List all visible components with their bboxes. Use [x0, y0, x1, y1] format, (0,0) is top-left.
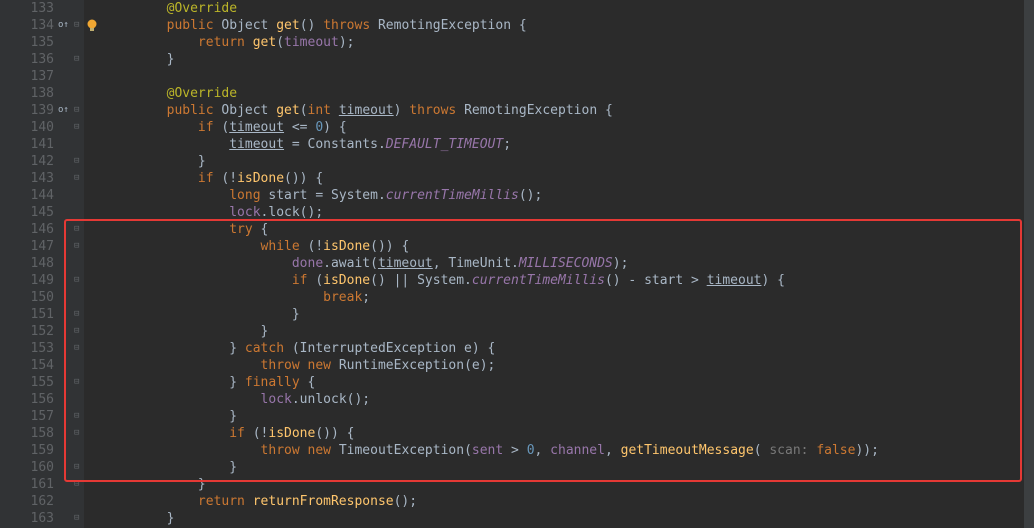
code-line[interactable]: }: [104, 408, 1034, 425]
line-number[interactable]: 151: [0, 306, 54, 323]
line-number[interactable]: 162: [0, 493, 54, 510]
code-line[interactable]: }: [104, 459, 1034, 476]
fold-toggle-icon[interactable]: ⊟: [74, 106, 79, 115]
line-number[interactable]: 144: [0, 187, 54, 204]
fold-toggle-icon[interactable]: ⊟: [74, 412, 79, 421]
line-number[interactable]: 146: [0, 221, 54, 238]
fold-toggle-icon[interactable]: ⊟: [74, 378, 79, 387]
override-gutter-icon[interactable]: o↑: [58, 21, 69, 30]
code-line[interactable]: throw new RuntimeException(e);: [104, 357, 1034, 374]
fold-toggle-icon[interactable]: ⊟: [74, 157, 79, 166]
code-line[interactable]: timeout = Constants.DEFAULT_TIMEOUT;: [104, 136, 1034, 153]
line-number[interactable]: 143: [0, 170, 54, 187]
line-number[interactable]: 136: [0, 51, 54, 68]
line-number[interactable]: 149: [0, 272, 54, 289]
fold-toggle-icon[interactable]: ⊟: [74, 310, 79, 319]
code-line[interactable]: [104, 68, 1034, 85]
fold-toggle-icon[interactable]: ⊟: [74, 480, 79, 489]
code-line[interactable]: if (timeout <= 0) {: [104, 119, 1034, 136]
line-number[interactable]: 158: [0, 425, 54, 442]
fold-toggle-icon[interactable]: ⊟: [74, 429, 79, 438]
line-number[interactable]: 147: [0, 238, 54, 255]
line-number[interactable]: 140: [0, 119, 54, 136]
line-number[interactable]: 141: [0, 136, 54, 153]
code-line[interactable]: }: [104, 51, 1034, 68]
fold-toggle-icon[interactable]: ⊟: [74, 276, 79, 285]
fold-toggle-icon[interactable]: ⊟: [74, 242, 79, 251]
line-number[interactable]: 139: [0, 102, 54, 119]
code-line[interactable]: public Object get(int timeout) throws Re…: [104, 102, 1034, 119]
line-number[interactable]: 135: [0, 34, 54, 51]
code-line[interactable]: throw new TimeoutException(sent > 0, cha…: [104, 442, 1034, 459]
code-line[interactable]: return get(timeout);: [104, 34, 1034, 51]
line-number[interactable]: 148: [0, 255, 54, 272]
line-number[interactable]: 142: [0, 153, 54, 170]
line-number[interactable]: 133: [0, 0, 54, 17]
code-line[interactable]: return returnFromResponse();: [104, 493, 1034, 510]
code-line[interactable]: if (!isDone()) {: [104, 170, 1034, 187]
line-number[interactable]: 137: [0, 68, 54, 85]
line-number[interactable]: 154: [0, 357, 54, 374]
line-number[interactable]: 155: [0, 374, 54, 391]
line-number[interactable]: 145: [0, 204, 54, 221]
code-line[interactable]: done.await(timeout, TimeUnit.MILLISECOND…: [104, 255, 1034, 272]
fold-toggle-icon[interactable]: ⊟: [74, 514, 79, 523]
code-line[interactable]: }: [104, 510, 1034, 527]
line-number[interactable]: 156: [0, 391, 54, 408]
line-number[interactable]: 161: [0, 476, 54, 493]
code-line[interactable]: }: [104, 306, 1034, 323]
line-number[interactable]: 150: [0, 289, 54, 306]
fold-toggle-icon[interactable]: ⊟: [74, 123, 79, 132]
code-line[interactable]: if (isDone() || System.currentTimeMillis…: [104, 272, 1034, 289]
override-gutter-icon[interactable]: o↑: [58, 106, 69, 115]
fold-toggle-icon[interactable]: ⊟: [74, 21, 79, 30]
code-line[interactable]: @Override: [104, 0, 1034, 17]
code-line[interactable]: }: [104, 323, 1034, 340]
line-number[interactable]: 157: [0, 408, 54, 425]
line-number[interactable]: 159: [0, 442, 54, 459]
intention-bulb-icon[interactable]: [85, 18, 99, 32]
code-line[interactable]: long start = System.currentTimeMillis();: [104, 187, 1034, 204]
fold-toggle-icon[interactable]: ⊟: [74, 55, 79, 64]
gutter-annotations: o↑ o↑: [58, 0, 72, 528]
code-editor[interactable]: 1331341351361371381391401411421431441451…: [0, 0, 1034, 528]
code-line[interactable]: }: [104, 153, 1034, 170]
code-line[interactable]: } finally {: [104, 374, 1034, 391]
code-area[interactable]: @Override public Object get() throws Rem…: [102, 0, 1034, 528]
line-number[interactable]: 134: [0, 17, 54, 34]
fold-column[interactable]: ⊟ ⊟ ⊟ ⊟ ⊟ ⊟ ⊟ ⊟ ⊟ ⊟ ⊟ ⊟ ⊟ ⊟ ⊟ ⊟ ⊟ ⊟: [72, 0, 84, 528]
line-number[interactable]: 160: [0, 459, 54, 476]
code-line[interactable]: @Override: [104, 85, 1034, 102]
code-line[interactable]: public Object get() throws RemotingExcep…: [104, 17, 1034, 34]
line-number-gutter[interactable]: 1331341351361371381391401411421431441451…: [0, 0, 58, 528]
line-number[interactable]: 163: [0, 510, 54, 527]
fold-toggle-icon[interactable]: ⊟: [74, 174, 79, 183]
fold-toggle-icon[interactable]: ⊟: [74, 463, 79, 472]
intention-bulb-column: [84, 0, 102, 528]
vertical-scrollbar[interactable]: [1024, 0, 1034, 528]
code-line[interactable]: }: [104, 476, 1034, 493]
code-line[interactable]: while (!isDone()) {: [104, 238, 1034, 255]
fold-toggle-icon[interactable]: ⊟: [74, 327, 79, 336]
fold-toggle-icon[interactable]: ⊟: [74, 225, 79, 234]
line-number[interactable]: 152: [0, 323, 54, 340]
code-line[interactable]: lock.lock();: [104, 204, 1034, 221]
line-number[interactable]: 153: [0, 340, 54, 357]
code-line[interactable]: try {: [104, 221, 1034, 238]
fold-toggle-icon[interactable]: ⊟: [74, 344, 79, 353]
line-number[interactable]: 138: [0, 85, 54, 102]
code-line[interactable]: } catch (InterruptedException e) {: [104, 340, 1034, 357]
code-line[interactable]: if (!isDone()) {: [104, 425, 1034, 442]
code-line[interactable]: lock.unlock();: [104, 391, 1034, 408]
code-line[interactable]: break;: [104, 289, 1034, 306]
